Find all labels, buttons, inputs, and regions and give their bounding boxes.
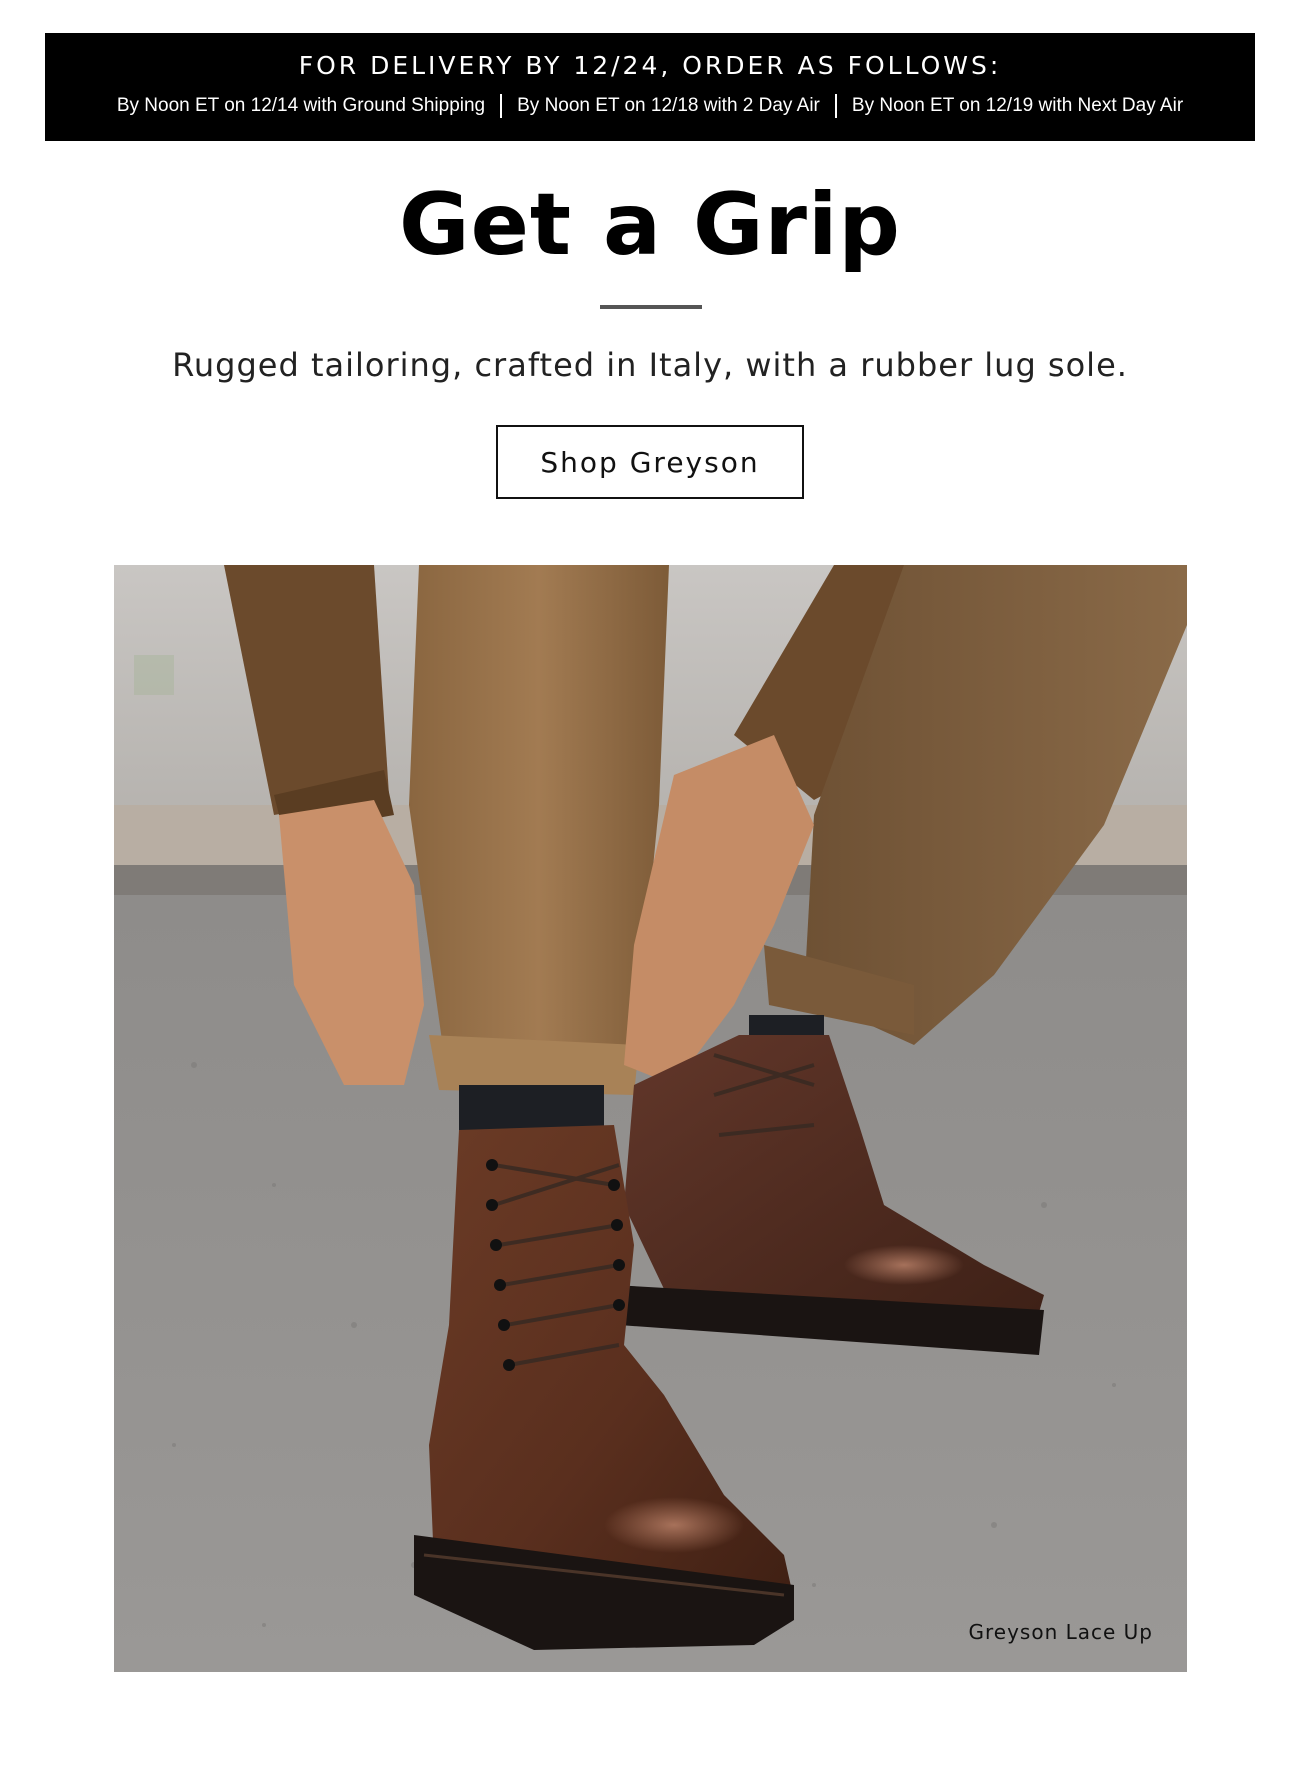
delivery-option-separator — [500, 94, 503, 118]
image-caption: Greyson Lace Up — [968, 1620, 1153, 1644]
delivery-option-2-day-air: By Noon ET on 12/18 with 2 Day Air — [517, 95, 820, 116]
hero-image[interactable]: Greyson Lace Up — [114, 565, 1187, 1672]
delivery-option-ground: By Noon ET on 12/14 with Ground Shipping — [116, 95, 486, 116]
delivery-option-separator — [834, 94, 837, 118]
page-title: Get a Grip — [399, 175, 901, 275]
delivery-banner-title: FOR DELIVERY BY 12/24, ORDER AS FOLLOWS: — [298, 51, 1002, 80]
delivery-options: By Noon ET on 12/14 with Ground Shipping… — [45, 93, 1255, 119]
title-divider — [600, 305, 702, 309]
boots-photo-illustration — [114, 565, 1187, 1672]
shop-greyson-button[interactable]: Shop Greyson — [496, 425, 804, 499]
delivery-option-next-day-air: By Noon ET on 12/19 with Next Day Air — [851, 95, 1184, 116]
page-subtitle: Rugged tailoring, crafted in Italy, with… — [172, 346, 1128, 384]
delivery-banner: FOR DELIVERY BY 12/24, ORDER AS FOLLOWS:… — [45, 33, 1255, 141]
